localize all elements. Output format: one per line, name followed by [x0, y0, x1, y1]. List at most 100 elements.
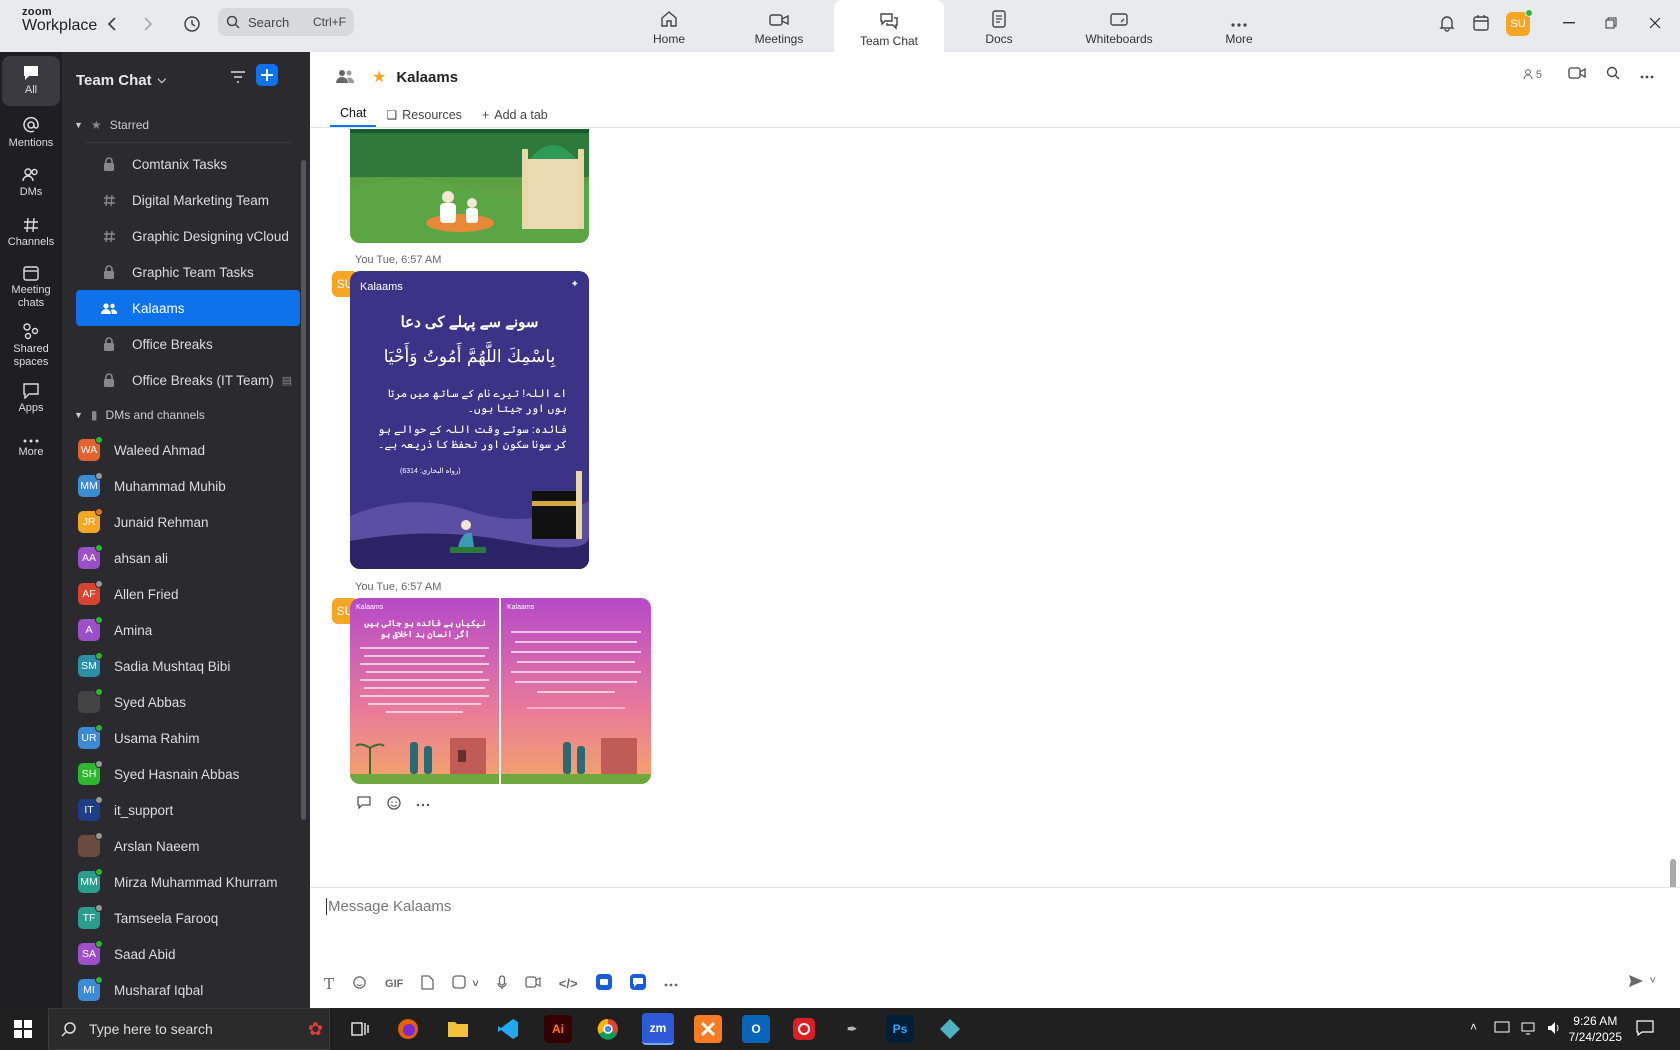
- dm-item[interactable]: WA Waleed Ahmad: [76, 432, 300, 468]
- dm-item[interactable]: AA ahsan ali: [76, 540, 300, 576]
- dm-item[interactable]: A Amina: [76, 612, 300, 648]
- tab-docs[interactable]: Docs: [944, 0, 1054, 50]
- starred-section-header[interactable]: ▼ ★ Starred: [62, 108, 310, 142]
- network-icon[interactable]: [1520, 1020, 1536, 1039]
- illustrator-icon[interactable]: Ai: [544, 1015, 572, 1043]
- sidebar-scrollbar[interactable]: [301, 160, 306, 820]
- message-image-poster-right[interactable]: Kalaams: [501, 598, 651, 784]
- rail-more[interactable]: More: [2, 426, 60, 472]
- dms-section-header[interactable]: ▼ ▮ DMs and channels: [62, 398, 310, 432]
- chat-scrollbar[interactable]: [1670, 859, 1676, 887]
- rail-mentions[interactable]: Mentions: [2, 110, 60, 156]
- search-input[interactable]: Search Ctrl+F: [218, 8, 354, 36]
- dm-item[interactable]: MM Muhammad Muhib: [76, 468, 300, 504]
- dm-item[interactable]: SA Saad Abid: [76, 936, 300, 972]
- tray-chevron-icon[interactable]: ˄: [1470, 1020, 1477, 1034]
- zoom-taskbar-icon[interactable]: zm: [642, 1013, 674, 1045]
- reply-icon[interactable]: [356, 795, 372, 814]
- rail-shared-spaces[interactable]: Shared spaces: [2, 318, 60, 372]
- rail-meeting-chats[interactable]: Meeting chats: [2, 260, 60, 314]
- chevron-down-icon[interactable]: ˅: [472, 978, 478, 990]
- dm-item[interactable]: SM Sadia Mushtaq Bibi: [76, 648, 300, 684]
- notification-icon[interactable]: [1636, 1020, 1654, 1039]
- emoji-icon[interactable]: [352, 975, 367, 993]
- outlook-icon[interactable]: O: [742, 1015, 770, 1043]
- search-icon[interactable]: [1606, 66, 1620, 83]
- starred-item[interactable]: Kalaams: [76, 290, 300, 326]
- emoji-icon[interactable]: [386, 795, 402, 814]
- video-message-icon[interactable]: [525, 976, 541, 991]
- dm-item[interactable]: Arslan Naeem: [76, 828, 300, 864]
- starred-item[interactable]: Graphic Team Tasks: [76, 254, 300, 290]
- gif-button[interactable]: GIF: [385, 978, 403, 990]
- tray-device-icon[interactable]: [1494, 1020, 1510, 1039]
- tab-whiteboards[interactable]: Whiteboards: [1054, 0, 1184, 50]
- rail-channels[interactable]: Channels: [2, 210, 60, 256]
- chat-title[interactable]: Kalaams: [396, 69, 458, 86]
- taskbar-search[interactable]: Type here to search ✿: [48, 1008, 330, 1050]
- app-diamond-icon[interactable]: [936, 1015, 964, 1043]
- more-dots-icon[interactable]: [416, 795, 430, 814]
- message-image-dua-poster[interactable]: Kalaams ✦ سونے سے پہلے کی دعا بِاسْمِكَ …: [350, 271, 589, 569]
- tab-meetings[interactable]: Meetings: [724, 0, 834, 50]
- task-view-icon[interactable]: [346, 1015, 374, 1043]
- tab-home[interactable]: Home: [614, 0, 724, 50]
- members-button[interactable]: 5: [1523, 69, 1542, 81]
- creative-cloud-icon[interactable]: [790, 1015, 818, 1043]
- dm-item[interactable]: TF Tamseela Farooq: [76, 900, 300, 936]
- forward-arrow-icon[interactable]: [136, 12, 160, 36]
- dm-item[interactable]: MM Mirza Muhammad Khurram: [76, 864, 300, 900]
- message-image-mosque[interactable]: [350, 129, 589, 243]
- starred-item[interactable]: Digital Marketing Team: [76, 182, 300, 218]
- pen-tool-icon[interactable]: ✒: [838, 1015, 866, 1043]
- minimize-icon[interactable]: [1558, 12, 1580, 34]
- screenshot-icon[interactable]: [452, 975, 467, 992]
- send-button[interactable]: ˅: [1628, 974, 1656, 988]
- text-format-icon[interactable]: T: [324, 975, 334, 993]
- calendar-icon[interactable]: [1470, 12, 1492, 34]
- code-icon[interactable]: </>: [559, 976, 578, 991]
- system-clock[interactable]: 9:26 AM 7/24/2025: [1569, 1013, 1622, 1045]
- starred-item[interactable]: Office Breaks: [76, 326, 300, 362]
- subtab-resources[interactable]: ❏ Resources: [376, 108, 472, 127]
- microphone-icon[interactable]: [497, 974, 507, 993]
- zoom-app-icon[interactable]: [629, 974, 646, 993]
- chevron-down-icon[interactable]: ⌵: [158, 74, 166, 87]
- back-arrow-icon[interactable]: [100, 12, 124, 36]
- rail-apps[interactable]: Apps: [2, 376, 60, 422]
- dm-item[interactable]: MI Musharaf Iqbal: [76, 972, 300, 1008]
- sidebar-title[interactable]: Team Chat: [76, 72, 152, 89]
- windows-start-icon[interactable]: [14, 1020, 32, 1041]
- restore-icon[interactable]: [1600, 12, 1622, 34]
- filter-icon[interactable]: [230, 70, 246, 88]
- message-image-poster-left[interactable]: Kalaams نیکیاں بے فائدہ ہو جاتی ہیں اگر …: [350, 598, 499, 784]
- firefox-icon[interactable]: [394, 1015, 422, 1043]
- photoshop-icon[interactable]: Ps: [886, 1015, 914, 1043]
- tab-team-chat[interactable]: Team Chat: [834, 0, 944, 52]
- volume-icon[interactable]: [1546, 1020, 1562, 1039]
- star-icon[interactable]: ★: [372, 67, 386, 87]
- tab-more[interactable]: More: [1184, 0, 1294, 50]
- dm-item[interactable]: AF Allen Fried: [76, 576, 300, 612]
- rail-all[interactable]: All: [2, 56, 60, 106]
- close-icon[interactable]: [1644, 12, 1666, 34]
- app-icon[interactable]: [595, 974, 612, 993]
- dm-item[interactable]: IT it_support: [76, 792, 300, 828]
- video-call-icon[interactable]: [1568, 67, 1586, 82]
- vscode-icon[interactable]: [494, 1015, 522, 1043]
- bell-icon[interactable]: [1436, 12, 1458, 34]
- user-avatar[interactable]: SU: [1506, 9, 1533, 36]
- more-dots-icon[interactable]: [664, 978, 678, 990]
- file-icon[interactable]: [421, 974, 435, 993]
- subtab-add[interactable]: + Add a tab: [472, 108, 558, 127]
- chrome-icon[interactable]: [594, 1015, 622, 1043]
- dm-item[interactable]: SH Syed Hasnain Abbas: [76, 756, 300, 792]
- xampp-icon[interactable]: [694, 1015, 722, 1043]
- dm-item[interactable]: JR Junaid Rehman: [76, 504, 300, 540]
- dm-item[interactable]: Syed Abbas: [76, 684, 300, 720]
- starred-item[interactable]: Office Breaks (IT Team) ▤: [76, 362, 300, 398]
- more-options-icon[interactable]: [1640, 67, 1654, 82]
- starred-item[interactable]: Graphic Designing vCloud: [76, 218, 300, 254]
- dm-item[interactable]: UR Usama Rahim: [76, 720, 300, 756]
- new-chat-button[interactable]: [256, 64, 278, 86]
